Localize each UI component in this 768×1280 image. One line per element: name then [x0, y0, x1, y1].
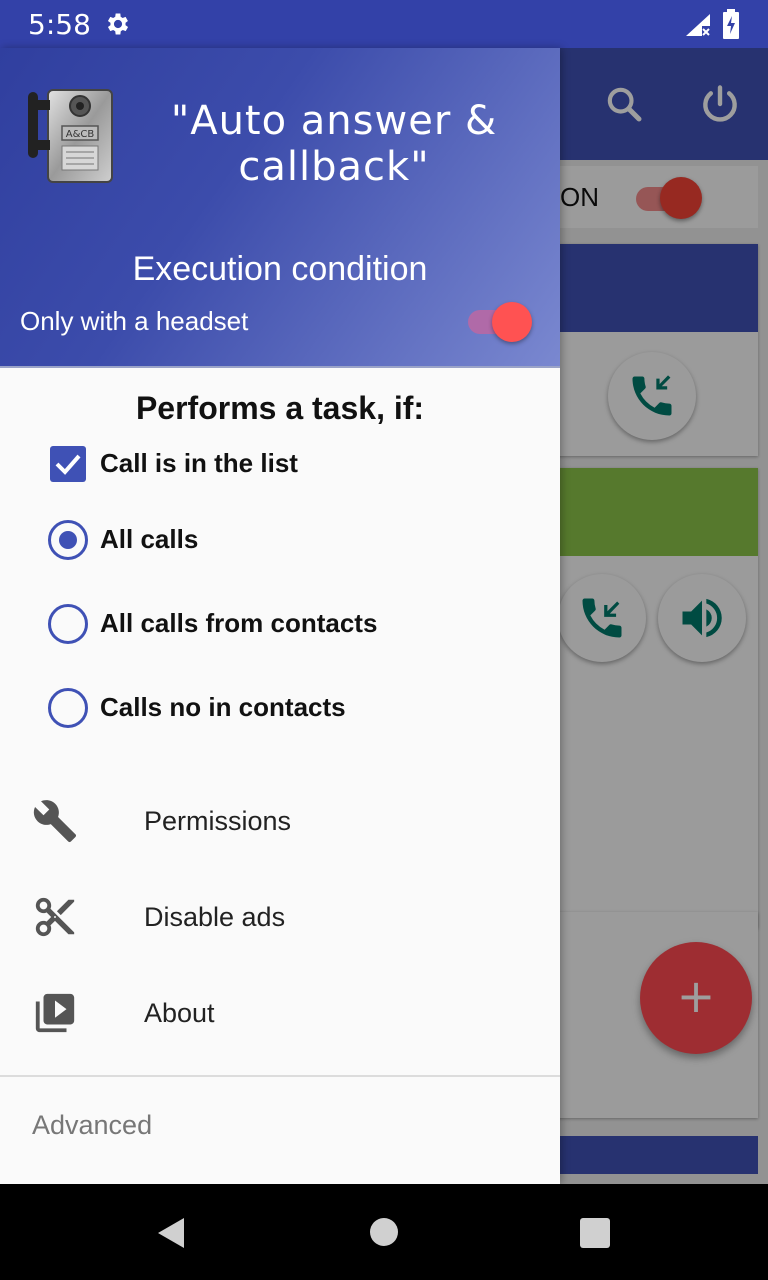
radio-selected-dot: [59, 531, 77, 549]
drawer-header: A&CB "Auto answer & callback" Execution …: [0, 48, 560, 368]
scissors-icon: [35, 897, 75, 937]
menu-label-disable-ads[interactable]: Disable ads: [144, 902, 285, 933]
signal-icon: [686, 14, 710, 36]
logo-text: A&CB: [66, 129, 95, 140]
call-in-list-label[interactable]: Call is in the list: [100, 448, 298, 479]
headset-only-switch-thumb[interactable]: [492, 302, 532, 342]
recents-icon[interactable]: [580, 1218, 610, 1248]
contacts-calls-label[interactable]: All calls from contacts: [100, 608, 377, 639]
system-nav-bar: [0, 1184, 768, 1280]
gear-icon: [107, 13, 129, 35]
execution-condition-title: Execution condition: [132, 250, 428, 288]
task-condition-heading: Performs a task, if:: [135, 390, 425, 426]
payphone-logo-icon: A&CB: [28, 89, 113, 183]
menu-label-about[interactable]: About: [144, 998, 215, 1029]
menu-label-permissions[interactable]: Permissions: [144, 806, 291, 837]
all-calls-label[interactable]: All calls: [100, 524, 198, 555]
advanced-section-label[interactable]: Advanced: [32, 1110, 152, 1141]
status-bar: 5:58: [0, 0, 768, 48]
checkmark-icon: [55, 454, 81, 475]
non-contacts-calls-radio[interactable]: [48, 688, 88, 728]
menu-item-disable-ads[interactable]: Disable ads: [0, 876, 560, 956]
video-library-icon: [35, 993, 75, 1033]
contacts-calls-radio[interactable]: [48, 604, 88, 644]
status-time: 5:58: [28, 8, 91, 41]
non-contacts-calls-label[interactable]: Calls no in contacts: [100, 692, 346, 723]
menu-divider: [0, 1075, 560, 1077]
battery-charging-icon: [723, 9, 739, 39]
menu-item-about[interactable]: About: [0, 972, 560, 1052]
all-calls-radio[interactable]: [48, 520, 88, 560]
back-icon[interactable]: [156, 1216, 186, 1250]
call-in-list-checkbox[interactable]: [50, 446, 86, 482]
app-title: "Auto answer & callback": [170, 98, 498, 190]
menu-item-permissions[interactable]: Permissions: [0, 780, 560, 860]
wrench-icon: [33, 800, 77, 843]
headset-only-label: Only with a headset: [20, 306, 249, 336]
navigation-drawer: A&CB "Auto answer & callback" Execution …: [0, 48, 560, 1184]
home-icon[interactable]: [370, 1218, 398, 1246]
